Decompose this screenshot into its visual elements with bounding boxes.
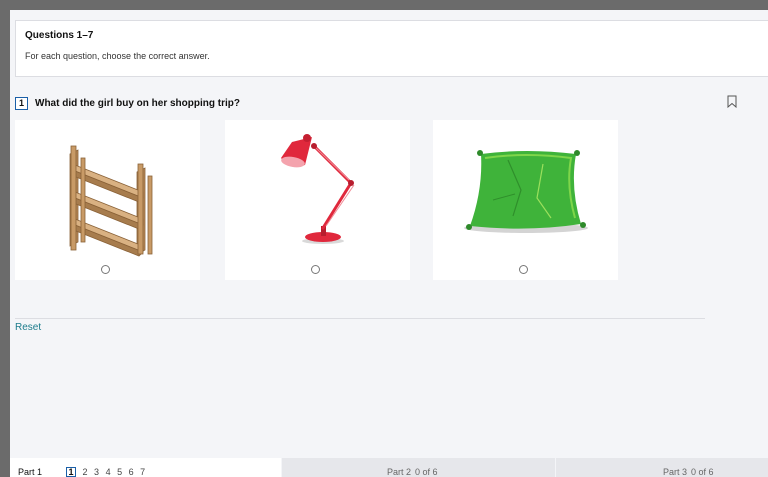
green-cushion-image: [464, 150, 588, 233]
divider: [15, 318, 705, 319]
bookmark-icon[interactable]: [726, 95, 738, 108]
part2-tab-text: Part 20 of 6: [387, 467, 438, 477]
part2-progress: 0 of 6: [415, 467, 438, 477]
question-link-1[interactable]: 1: [66, 467, 76, 477]
part3-tab-text: Part 30 of 6: [663, 467, 714, 477]
radio-button-c[interactable]: [519, 265, 528, 274]
question-link-6[interactable]: 6: [129, 467, 134, 477]
answer-option-b[interactable]: [225, 120, 410, 280]
question-link-2[interactable]: 2: [83, 467, 88, 477]
part1-label: Part 1: [18, 467, 43, 477]
part2-label: Part 2: [387, 467, 412, 477]
question-link-3[interactable]: 3: [94, 467, 99, 477]
question-link-7[interactable]: 7: [140, 467, 145, 477]
part3-tab[interactable]: Part 30 of 6: [556, 458, 768, 477]
part1-tab[interactable]: Part 1 1 2 3 4 5 6 7: [10, 458, 281, 477]
window-border-top: [0, 0, 768, 10]
test-screen: Questions 1–7 For each question, choose …: [0, 0, 768, 477]
footer-navigation: Part 1 1 2 3 4 5 6 7 Part 20 of 6 Part 3…: [10, 458, 768, 477]
bookshelf-image: [69, 145, 153, 257]
part2-tab[interactable]: Part 20 of 6: [282, 458, 555, 477]
question-text: What did the girl buy on her shopping tr…: [35, 98, 240, 109]
question-link-4[interactable]: 4: [106, 467, 111, 477]
question-number-list: 1 2 3 4 5 6 7: [66, 467, 149, 477]
radio-button-a[interactable]: [101, 265, 110, 274]
part3-label: Part 3: [663, 467, 688, 477]
desk-lamp-image: [281, 134, 355, 244]
reset-link[interactable]: Reset: [15, 322, 41, 333]
window-border-left: [0, 0, 10, 477]
answer-option-c[interactable]: [433, 120, 618, 280]
question-link-5[interactable]: 5: [117, 467, 122, 477]
answer-option-a[interactable]: [15, 120, 200, 280]
part3-progress: 0 of 6: [691, 467, 714, 477]
question-number-badge: 1: [15, 97, 28, 110]
instructions-text: For each question, choose the correct an…: [25, 51, 210, 61]
radio-button-b[interactable]: [311, 265, 320, 274]
instructions-title: Questions 1–7: [25, 30, 94, 41]
instructions-panel: Questions 1–7 For each question, choose …: [15, 20, 768, 77]
